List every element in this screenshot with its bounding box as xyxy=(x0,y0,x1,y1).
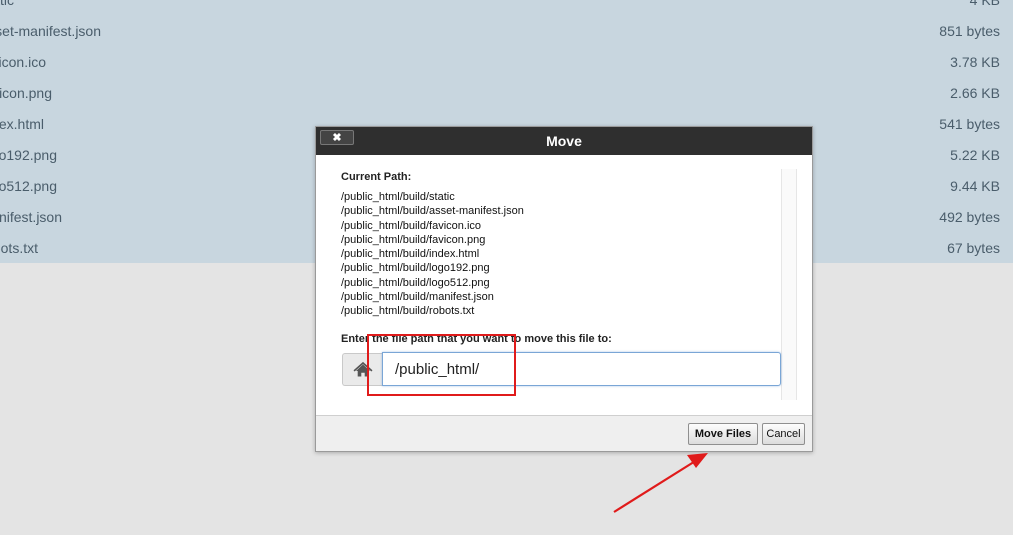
file-row[interactable]: static 4 KB xyxy=(0,0,1013,16)
current-path-label: Current Path: xyxy=(341,171,412,183)
file-name: asset-manifest.json xyxy=(0,23,101,39)
file-name: favicon.ico xyxy=(0,54,46,70)
file-size: 67 bytes xyxy=(947,240,1000,256)
dialog-header: Move ✖ xyxy=(316,127,812,155)
move-files-button[interactable]: Move Files xyxy=(688,423,758,445)
path-item: /public_html/build/manifest.json xyxy=(341,291,494,304)
path-item: /public_html/build/favicon.png xyxy=(341,233,486,246)
close-icon: ✖ xyxy=(332,131,342,144)
path-item: /public_html/build/index.html xyxy=(341,248,480,261)
file-size: 4 KB xyxy=(969,0,1000,8)
file-size: 9.44 KB xyxy=(950,178,1000,194)
move-dialog: Move ✖ Current Path: /public_html/build/… xyxy=(315,126,813,452)
file-name: index.html xyxy=(0,116,44,132)
file-name: logo512.png xyxy=(0,178,57,194)
file-size: 851 bytes xyxy=(939,23,1000,39)
path-item: /public_html/build/robots.txt xyxy=(341,305,475,318)
file-row[interactable]: favicon.png 2.66 KB xyxy=(0,78,1013,109)
path-item: /public_html/build/asset-manifest.json xyxy=(341,205,524,218)
file-name: static xyxy=(0,0,14,8)
dialog-footer: Move Files Cancel xyxy=(316,415,812,451)
file-name: logo192.png xyxy=(0,147,57,163)
file-size: 2.66 KB xyxy=(950,85,1000,101)
file-row[interactable]: asset-manifest.json 851 bytes xyxy=(0,16,1013,47)
highlight-box xyxy=(367,334,516,396)
file-size: 3.78 KB xyxy=(950,54,1000,70)
cancel-button[interactable]: Cancel xyxy=(762,423,805,445)
file-name: robots.txt xyxy=(0,240,38,256)
file-name: manifest.json xyxy=(0,209,62,225)
path-item: /public_html/build/logo512.png xyxy=(341,276,490,289)
file-size: 5.22 KB xyxy=(950,147,1000,163)
file-name: favicon.png xyxy=(0,85,52,101)
path-item: /public_html/build/logo192.png xyxy=(341,262,490,275)
scrollbar[interactable] xyxy=(781,169,797,400)
path-item: /public_html/build/static xyxy=(341,191,455,203)
file-size: 541 bytes xyxy=(939,116,1000,132)
dialog-title: Move xyxy=(546,133,582,149)
path-item: /public_html/build/favicon.ico xyxy=(341,219,482,232)
file-row[interactable]: favicon.ico 3.78 KB xyxy=(0,47,1013,78)
file-size: 492 bytes xyxy=(939,209,1000,225)
close-button[interactable]: ✖ xyxy=(320,130,354,145)
current-path-list: /public_html/build/static /public_html/b… xyxy=(341,190,771,318)
